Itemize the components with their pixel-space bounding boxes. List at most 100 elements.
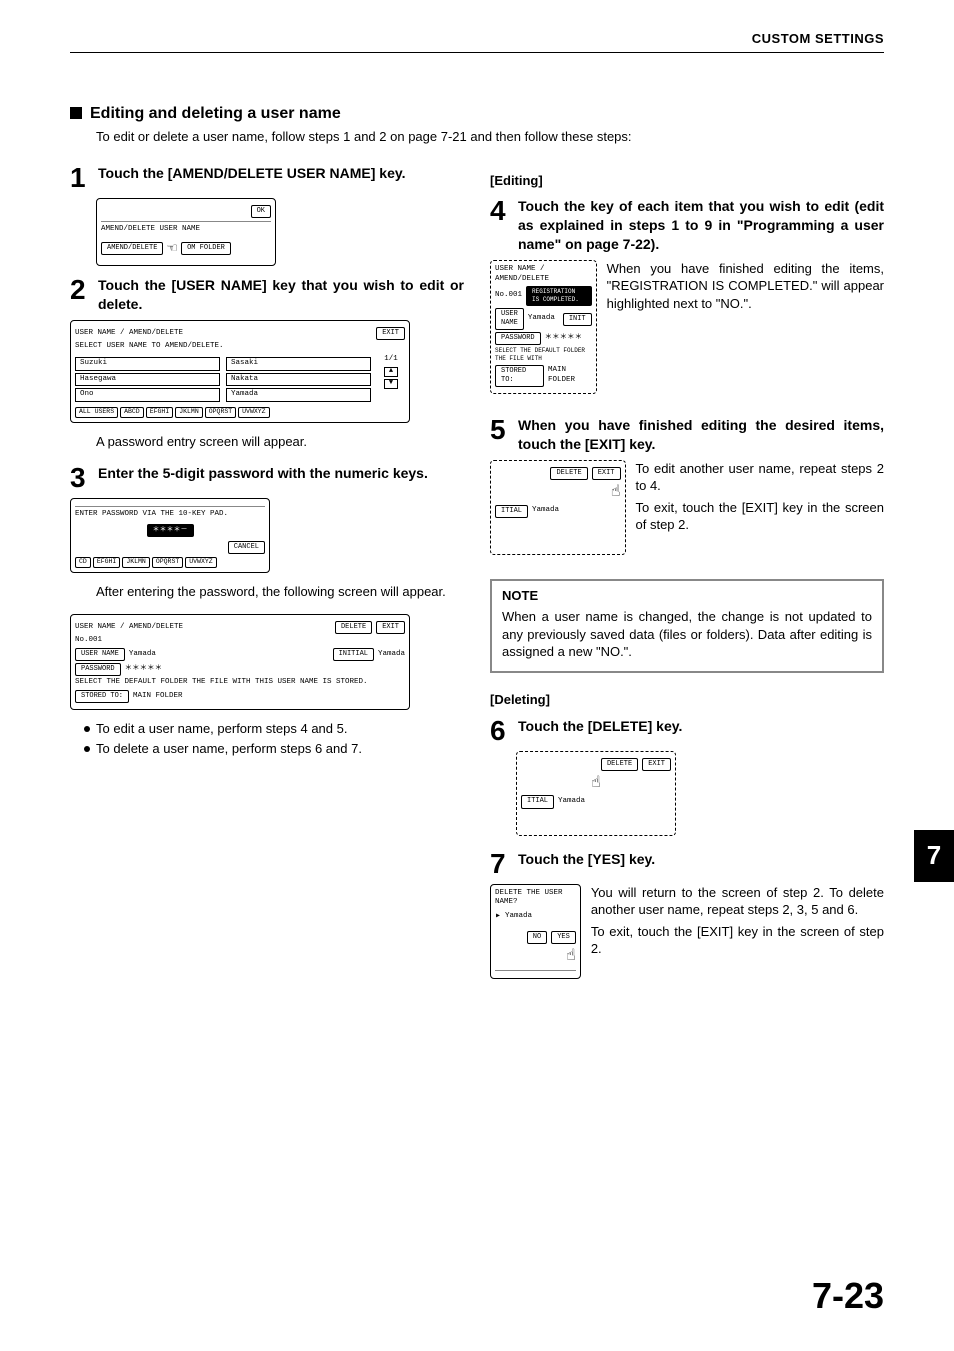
stored-prompt: SELECT THE DEFAULT FOLDER THE FILE WITH	[495, 347, 592, 363]
up-arrow-icon[interactable]: ▲	[384, 367, 398, 377]
hand-pointer-icon: ☝	[611, 483, 621, 501]
screen-title: USER NAME / AMEND/DELETE	[495, 265, 592, 285]
filter-tab[interactable]: JKLMN	[175, 407, 203, 417]
initial-value: Yamada	[378, 650, 405, 660]
exit-button[interactable]: EXIT	[376, 621, 405, 634]
user-name-field-button[interactable]: USER NAME	[75, 648, 125, 661]
yes-button[interactable]: YES	[551, 931, 576, 944]
screen-title: USER NAME / AMEND/DELETE	[75, 623, 183, 633]
delete-button[interactable]: DELETE	[335, 621, 372, 634]
step-2: 2 Touch the [USER NAME] key that you wis…	[70, 276, 464, 314]
filter-tab[interactable]: UVWXYZ	[185, 557, 216, 567]
bullet-icon	[84, 726, 90, 732]
stored-to-value: MAIN FOLDER	[133, 692, 183, 702]
screen-registration-completed: USER NAME / AMEND/DELETE No.001 REGISTRA…	[490, 260, 597, 394]
delete-button[interactable]: DELETE	[550, 467, 587, 480]
no-line: No.001	[75, 636, 405, 646]
section-title-text: Editing and deleting a user name	[90, 103, 341, 125]
exit-button[interactable]: EXIT	[376, 327, 405, 340]
delete-button[interactable]: DELETE	[601, 758, 638, 771]
filter-tab[interactable]: OPQRST	[152, 557, 183, 567]
password-field-button[interactable]: PASSWORD	[75, 663, 121, 676]
password-note: A password entry screen will appear.	[96, 433, 464, 451]
user-item[interactable]: Nakata	[226, 373, 371, 387]
square-bullet-icon	[70, 107, 82, 119]
user-name-field-button[interactable]: USER NAME	[495, 308, 524, 330]
section-subtitle: To edit or delete a user name, follow st…	[96, 128, 884, 146]
step-text: Touch the [AMEND/DELETE USER NAME] key.	[98, 164, 406, 183]
filter-tab[interactable]: JKLMN	[122, 557, 150, 567]
user-item[interactable]: Hasegawa	[75, 373, 220, 387]
screen-exit: DELETE EXIT ☝ ITIAL Yamada	[490, 460, 626, 555]
note-title: NOTE	[502, 587, 872, 605]
screen-user-list: USER NAME / AMEND/DELETE EXIT SELECT USE…	[70, 320, 410, 423]
screen-line: AMEND/DELETE USER NAME	[101, 225, 271, 235]
filter-tab[interactable]: ALL USERS	[75, 407, 118, 417]
confirm-name: Yamada	[505, 912, 532, 922]
stored-to-button[interactable]: STORED TO:	[75, 690, 129, 703]
step-text: Touch the [USER NAME] key that you wish …	[98, 276, 464, 314]
screen-prompt: SELECT USER NAME TO AMEND/DELETE.	[75, 342, 405, 352]
no-button[interactable]: NO	[527, 931, 547, 944]
exit-button[interactable]: EXIT	[642, 758, 671, 771]
after-password-note: After entering the password, the followi…	[96, 583, 464, 601]
folder-button[interactable]: OM FOLDER	[181, 242, 231, 255]
page-header: CUSTOM SETTINGS	[70, 30, 884, 53]
user-item[interactable]: Sasaki	[226, 357, 371, 371]
user-name-value: Yamada	[528, 314, 555, 324]
down-arrow-icon[interactable]: ▼	[384, 379, 398, 389]
step-number: 2	[70, 276, 92, 304]
step-6: 6 Touch the [DELETE] key.	[490, 717, 884, 745]
filter-tab[interactable]: ABCD	[120, 407, 144, 417]
user-item[interactable]: Suzuki	[75, 357, 220, 371]
screen-user-detail: USER NAME / AMEND/DELETE DELETE EXIT No.…	[70, 614, 410, 710]
init-button[interactable]: INIT	[563, 313, 592, 326]
step-number: 4	[490, 197, 512, 225]
stored-to-button[interactable]: STORED TO:	[495, 365, 544, 387]
ok-button[interactable]: OK	[251, 205, 271, 218]
initial-fragment: ITIAL	[495, 505, 528, 518]
step-1: 1 Touch the [AMEND/DELETE USER NAME] key…	[70, 164, 464, 192]
filter-tab[interactable]: CD	[75, 557, 91, 567]
screen-confirm-delete: DELETE THE USER NAME? ▸Yamada NO YES ☝	[490, 884, 581, 979]
filter-tab[interactable]: EFGHI	[93, 557, 121, 567]
step-text: When you have finished editing the desir…	[518, 416, 884, 454]
initial-field-button[interactable]: INITIAL	[333, 648, 374, 661]
step-number: 6	[490, 717, 512, 745]
hand-pointer-icon: ☝	[591, 774, 601, 792]
editing-heading: [Editing]	[490, 172, 884, 190]
initial-value: Yamada	[558, 797, 585, 807]
step-3: 3 Enter the 5-digit password with the nu…	[70, 464, 464, 492]
stored-to-value: MAIN FOLDER	[548, 366, 592, 386]
user-name-value: Yamada	[129, 650, 156, 660]
exit-button[interactable]: EXIT	[592, 467, 621, 480]
password-field-button[interactable]: PASSWORD	[495, 332, 541, 345]
step-7: 7 Touch the [YES] key.	[490, 850, 884, 878]
initial-value: Yamada	[532, 506, 559, 516]
screen-title: USER NAME / AMEND/DELETE	[75, 329, 183, 339]
filter-tab[interactable]: UVWXYZ	[238, 407, 269, 417]
page-indicator: 1/1	[377, 355, 405, 365]
step-4: 4 Touch the key of each item that you wi…	[490, 197, 884, 254]
user-item[interactable]: Ono	[75, 388, 220, 402]
step-number: 1	[70, 164, 92, 192]
screen-password: ENTER PASSWORD VIA THE 10-KEY PAD. ＊＊＊＊－…	[70, 498, 270, 572]
cancel-button[interactable]: CANCEL	[228, 541, 265, 554]
section-title: Editing and deleting a user name	[70, 103, 884, 125]
registration-badge: REGISTRATION IS COMPLETED.	[526, 286, 592, 306]
step-5: 5 When you have finished editing the des…	[490, 416, 884, 454]
user-item[interactable]: Yamada	[226, 388, 371, 402]
bullet-list: To edit a user name, perform steps 4 and…	[84, 720, 464, 757]
initial-fragment: ITIAL	[521, 795, 554, 808]
step-number: 3	[70, 464, 92, 492]
password-value: ＊＊＊＊＊	[125, 665, 163, 675]
step5-side-text-2: To exit, touch the [EXIT] key in the scr…	[636, 499, 885, 534]
no-line: No.001	[495, 291, 522, 301]
note-body: When a user name is changed, the change …	[502, 608, 872, 661]
screen-amend-delete: OK AMEND/DELETE USER NAME AMEND/DELETE ☜…	[96, 198, 276, 267]
filter-tab[interactable]: OPQRST	[205, 407, 236, 417]
password-mask: ＊＊＊＊－	[147, 524, 194, 537]
pointer-icon: ▸	[495, 910, 501, 923]
filter-tab[interactable]: EFGHI	[146, 407, 174, 417]
amend-delete-button[interactable]: AMEND/DELETE	[101, 242, 163, 255]
